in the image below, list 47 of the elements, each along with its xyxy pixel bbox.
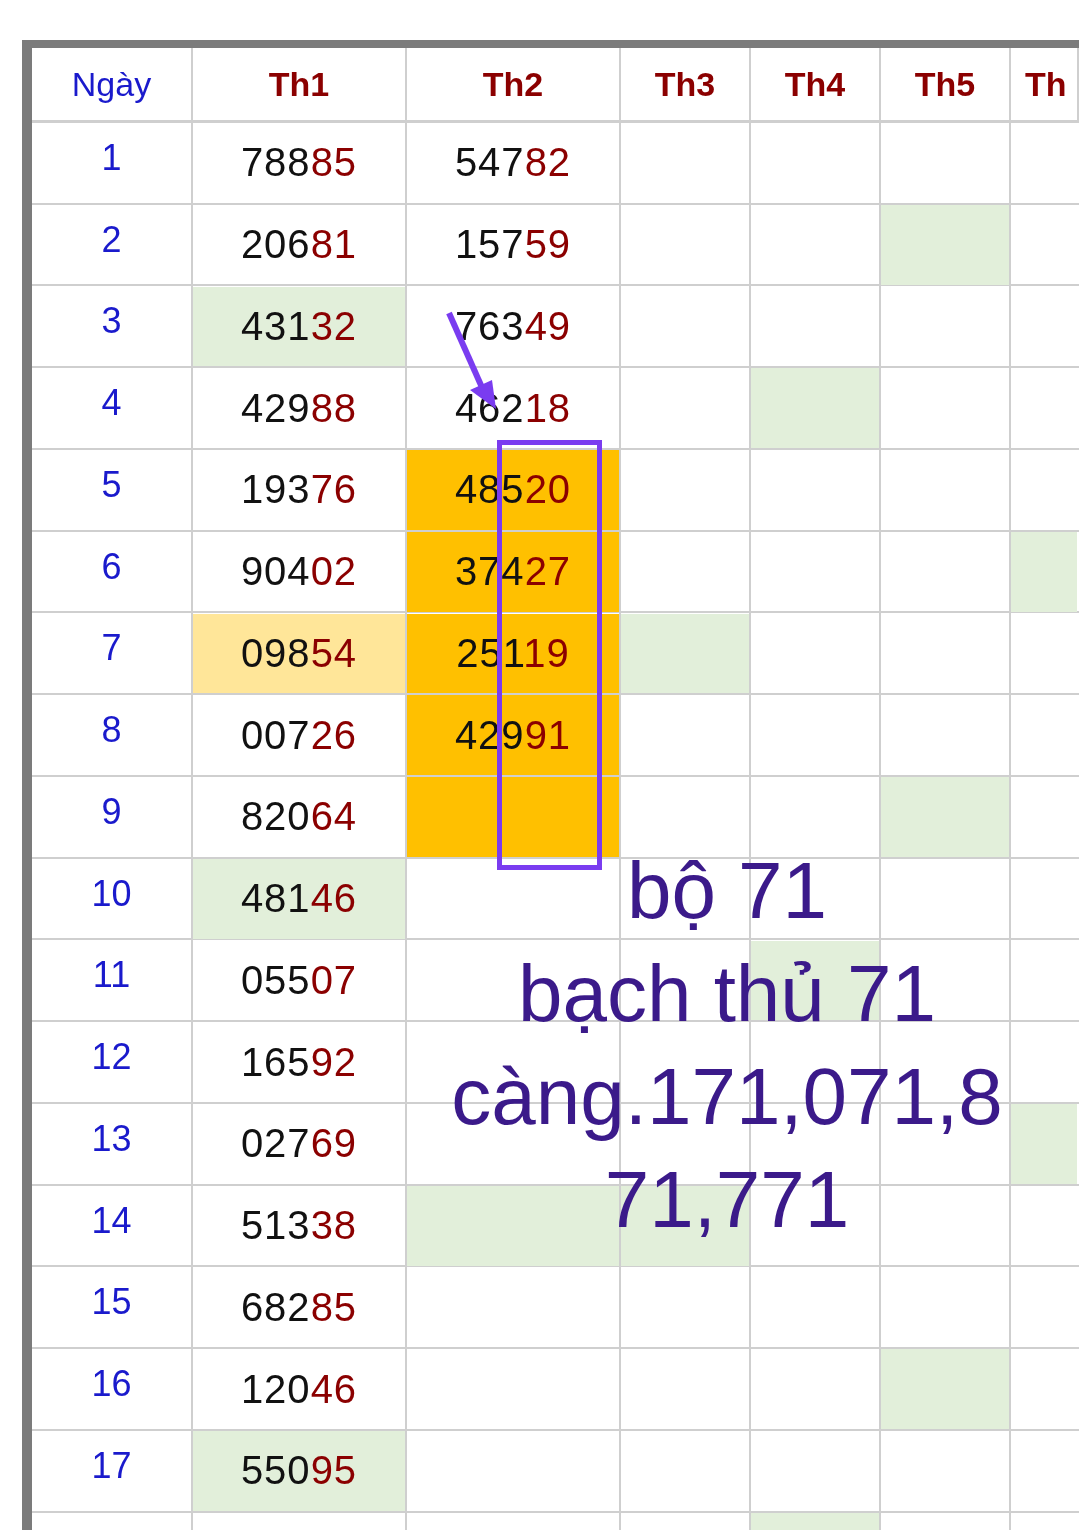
result-number: 19376 xyxy=(240,467,358,513)
day-number: 8 xyxy=(101,709,122,753)
day-number: 7 xyxy=(101,627,122,671)
day-number: 6 xyxy=(101,545,122,589)
day-number: 13 xyxy=(91,1117,132,1161)
result-number: 82064 xyxy=(240,794,358,840)
column-header: Th2 xyxy=(407,48,621,123)
day-number: 11 xyxy=(92,954,131,998)
day-number: 12 xyxy=(91,1036,132,1080)
result-number: 51338 xyxy=(240,1203,358,1249)
result-number: 20681 xyxy=(240,222,358,268)
column-header: Th3 xyxy=(621,48,751,123)
result-number: 48146 xyxy=(240,876,358,922)
result-number: 12046 xyxy=(240,1366,358,1412)
day-number: 1 xyxy=(101,136,122,180)
annotation-text: 71,771 xyxy=(604,1160,850,1240)
result-number: 68285 xyxy=(240,1284,358,1330)
result-number: 02769 xyxy=(240,1121,358,1167)
result-number: 16592 xyxy=(240,1039,358,1085)
result-number: 00726 xyxy=(240,712,358,758)
day-number: 17 xyxy=(91,1444,132,1488)
day-number: 16 xyxy=(91,1363,132,1407)
column-header: Th1 xyxy=(193,48,407,123)
result-number: 15759 xyxy=(454,222,572,268)
result-number: 55095 xyxy=(240,1448,358,1494)
day-number: 10 xyxy=(91,872,132,916)
day-number: 3 xyxy=(101,300,122,344)
annotation-text: bạch thủ 71 xyxy=(517,954,937,1034)
result-number: 05507 xyxy=(240,957,358,1003)
day-number: 15 xyxy=(91,1281,132,1325)
day-number: 2 xyxy=(101,218,122,262)
day-number: 9 xyxy=(101,790,122,834)
result-number: 76349 xyxy=(454,303,572,349)
result-number: 43132 xyxy=(240,303,358,349)
result-number: 54782 xyxy=(454,140,572,186)
result-number: 42988 xyxy=(240,385,358,431)
day-number: 4 xyxy=(101,382,122,426)
day-number: 14 xyxy=(91,1199,132,1243)
annotation-text: bộ 71 xyxy=(626,851,828,931)
column-header: Th5 xyxy=(881,48,1011,123)
result-number: 09854 xyxy=(240,630,358,676)
result-number: 78885 xyxy=(240,140,358,186)
column-header: Ngày xyxy=(32,48,193,123)
day-number: 5 xyxy=(101,463,122,507)
column-header: Th4 xyxy=(751,48,881,123)
column-header: Th xyxy=(1011,48,1079,123)
result-number: 90402 xyxy=(240,549,358,595)
